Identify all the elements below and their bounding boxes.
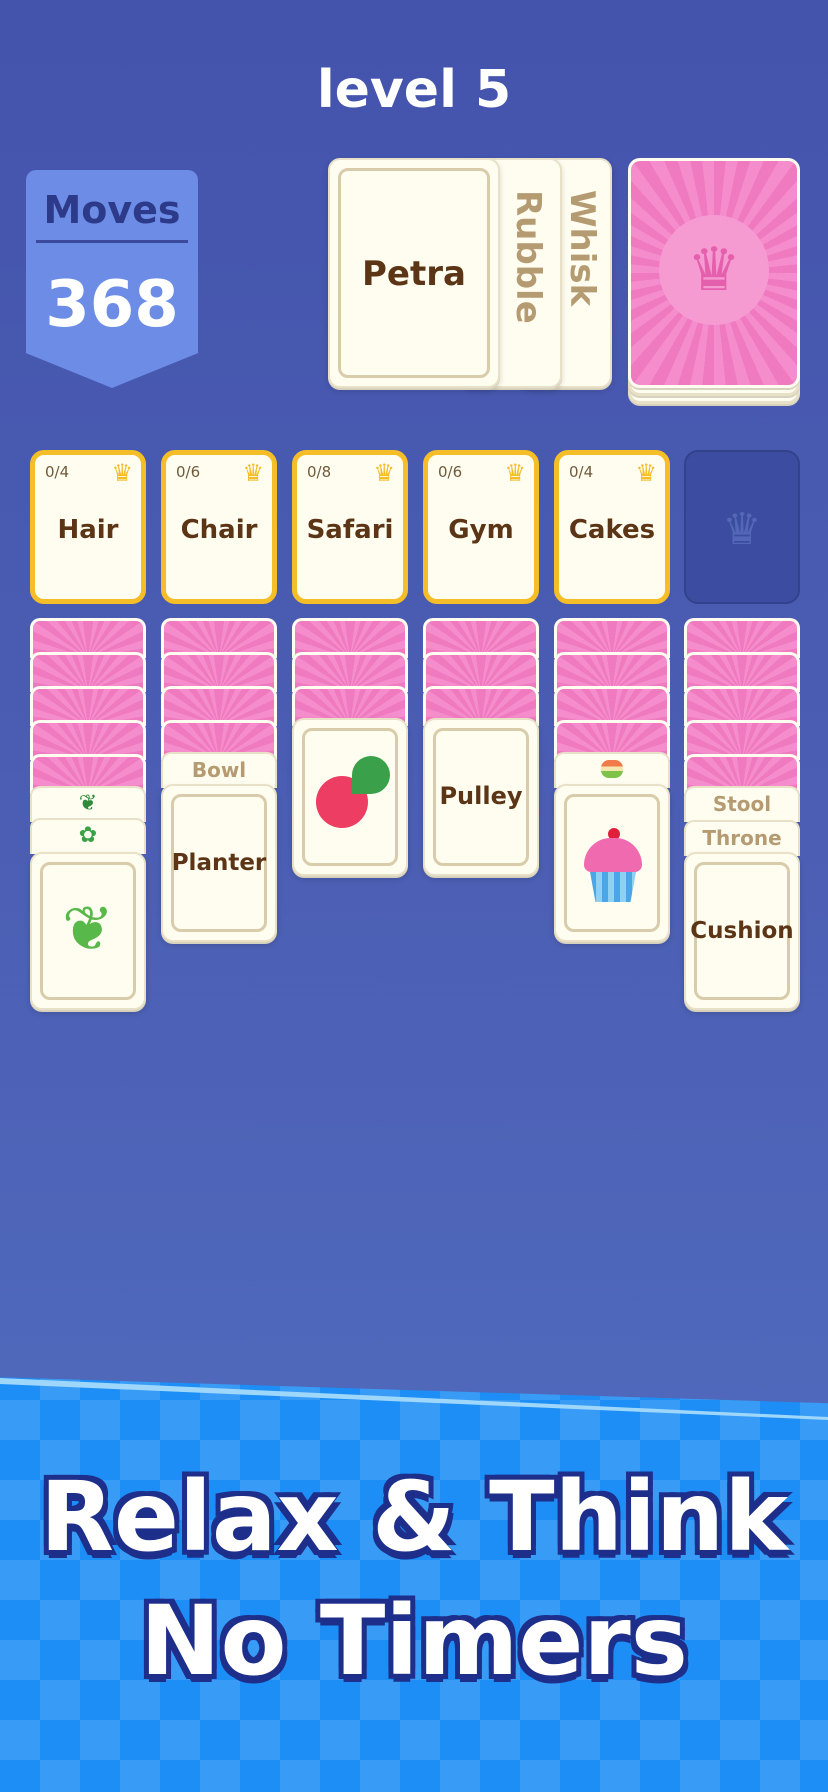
foundation-cakes[interactable]: 0/4 ♛ Cakes (554, 450, 670, 604)
foundation-count: 0/4 (45, 463, 70, 481)
macaron-icon (601, 760, 623, 778)
foundation-name: Cakes (568, 515, 656, 545)
parsley-icon: ✿ (78, 823, 98, 848)
radish-leaves (352, 756, 390, 794)
moves-label: Moves (43, 188, 181, 232)
crown-icon: ♛ (373, 459, 395, 487)
card-cushion[interactable]: Cushion (684, 852, 800, 1010)
waste-card-top-label: Petra (362, 254, 466, 294)
card-radish[interactable] (292, 718, 408, 876)
card-stool[interactable]: Stool (684, 786, 800, 822)
stock-pile[interactable]: ♛ (628, 158, 800, 406)
waste-card-3-label: Whisk (562, 190, 602, 307)
card-pulley[interactable]: Pulley (423, 718, 539, 876)
card-label: Planter (171, 850, 267, 876)
foundation-count: 0/8 (307, 463, 332, 481)
card-label: Pulley (439, 782, 523, 810)
jester-hat-icon: ♛ (659, 215, 769, 325)
foundation-empty-slot[interactable]: ♛ (684, 450, 800, 604)
promo-banner (0, 1377, 828, 1792)
crown-icon: ♛ (242, 459, 264, 487)
card-label: Bowl (191, 758, 247, 782)
card-macaron-small[interactable] (554, 752, 670, 788)
cupcake-icon (580, 828, 646, 904)
crown-icon: ♛ (504, 459, 526, 487)
crown-icon: ♛ (111, 459, 133, 487)
card-label: Throne (702, 826, 782, 850)
waste-card-2-label: Rubble (508, 190, 548, 324)
card-herb-small[interactable]: ❦ (30, 786, 146, 822)
waste-card-top[interactable]: Petra (328, 158, 500, 388)
herb-icon: ❦ (78, 791, 98, 816)
card-throne[interactable]: Throne (684, 820, 800, 856)
promo-line-2: No Timers (140, 1585, 688, 1697)
card-bowl[interactable]: Bowl (161, 752, 277, 788)
foundation-hair[interactable]: 0/4 ♛ Hair (30, 450, 146, 604)
stock-card-back: ♛ (628, 158, 800, 388)
card-label: Cushion (690, 918, 794, 944)
crown-icon: ♛ (635, 459, 657, 487)
card-dill[interactable]: ❦ (30, 852, 146, 1010)
foundation-name: Safari (306, 515, 394, 545)
card-planter[interactable]: Planter (161, 784, 277, 942)
card-cupcake[interactable] (554, 784, 670, 942)
jester-hat-icon: ♛ (722, 504, 762, 555)
foundation-count: 0/4 (569, 463, 594, 481)
dill-icon: ❦ (62, 892, 114, 965)
card-parsley-small[interactable]: ✿ (30, 818, 146, 854)
foundation-name: Hair (57, 515, 119, 545)
foundation-name: Gym (448, 515, 514, 545)
moves-divider (36, 240, 188, 243)
card-label: Stool (712, 792, 772, 816)
foundation-count: 0/6 (438, 463, 463, 481)
foundation-name: Chair (180, 515, 258, 545)
level-title: level 5 (316, 60, 512, 120)
moves-counter: Moves 368 (26, 170, 198, 388)
foundation-count: 0/6 (176, 463, 201, 481)
promo-line-1: Relax & Think (39, 1461, 789, 1573)
foundation-safari[interactable]: 0/8 ♛ Safari (292, 450, 408, 604)
moves-count: 368 (45, 268, 179, 342)
foundation-chair[interactable]: 0/6 ♛ Chair (161, 450, 277, 604)
foundation-gym[interactable]: 0/6 ♛ Gym (423, 450, 539, 604)
